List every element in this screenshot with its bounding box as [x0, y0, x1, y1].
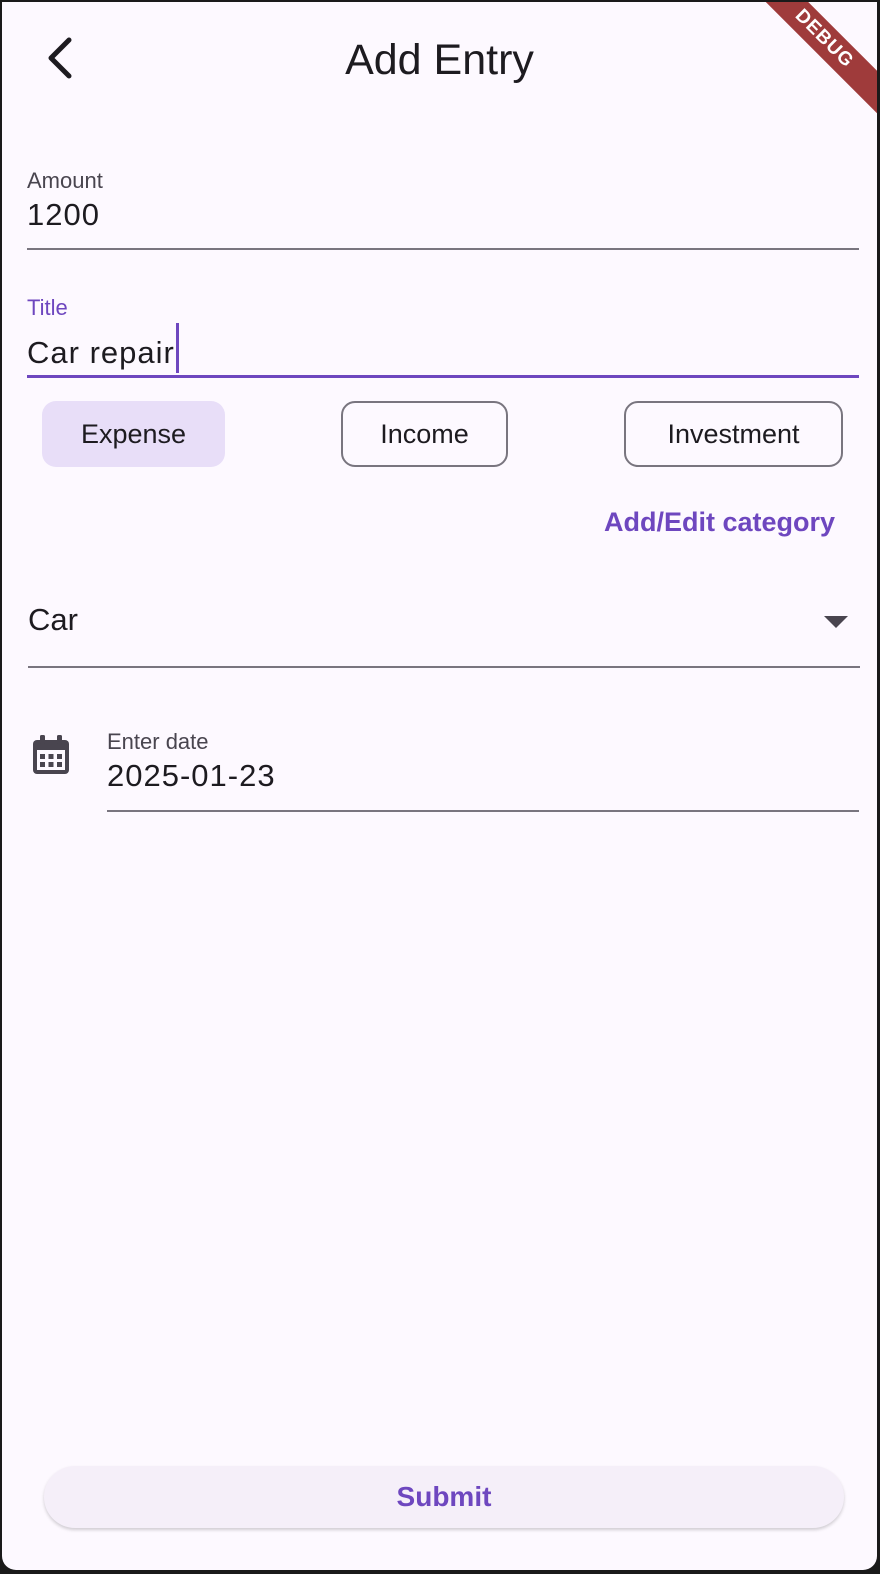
category-dropdown[interactable]: Car	[28, 592, 860, 668]
date-underline	[107, 810, 859, 812]
add-edit-category-button[interactable]: Add/Edit category	[604, 507, 835, 538]
title-value: Car repair	[27, 335, 175, 370]
caret-down-icon	[824, 616, 848, 628]
investment-button[interactable]: Investment	[624, 401, 843, 467]
category-underline	[28, 666, 860, 668]
submit-button[interactable]: Submit	[44, 1466, 844, 1528]
date-value[interactable]: 2025-01-23	[107, 758, 276, 794]
income-button[interactable]: Income	[341, 401, 508, 467]
page-title: Add Entry	[345, 36, 534, 84]
title-input[interactable]: Car repair	[27, 323, 179, 373]
amount-label: Amount	[27, 168, 103, 193]
calendar-icon[interactable]	[32, 735, 70, 775]
category-value: Car	[28, 602, 78, 637]
amount-underline	[27, 248, 859, 250]
expense-button[interactable]: Expense	[42, 401, 225, 467]
title-underline	[27, 375, 859, 378]
title-label: Title	[27, 295, 68, 320]
date-label: Enter date	[107, 729, 209, 754]
app-window: Add Entry DEBUG Amount 1200 Title Car re…	[2, 2, 877, 1570]
text-caret	[175, 323, 179, 373]
amount-value[interactable]: 1200	[27, 197, 100, 233]
